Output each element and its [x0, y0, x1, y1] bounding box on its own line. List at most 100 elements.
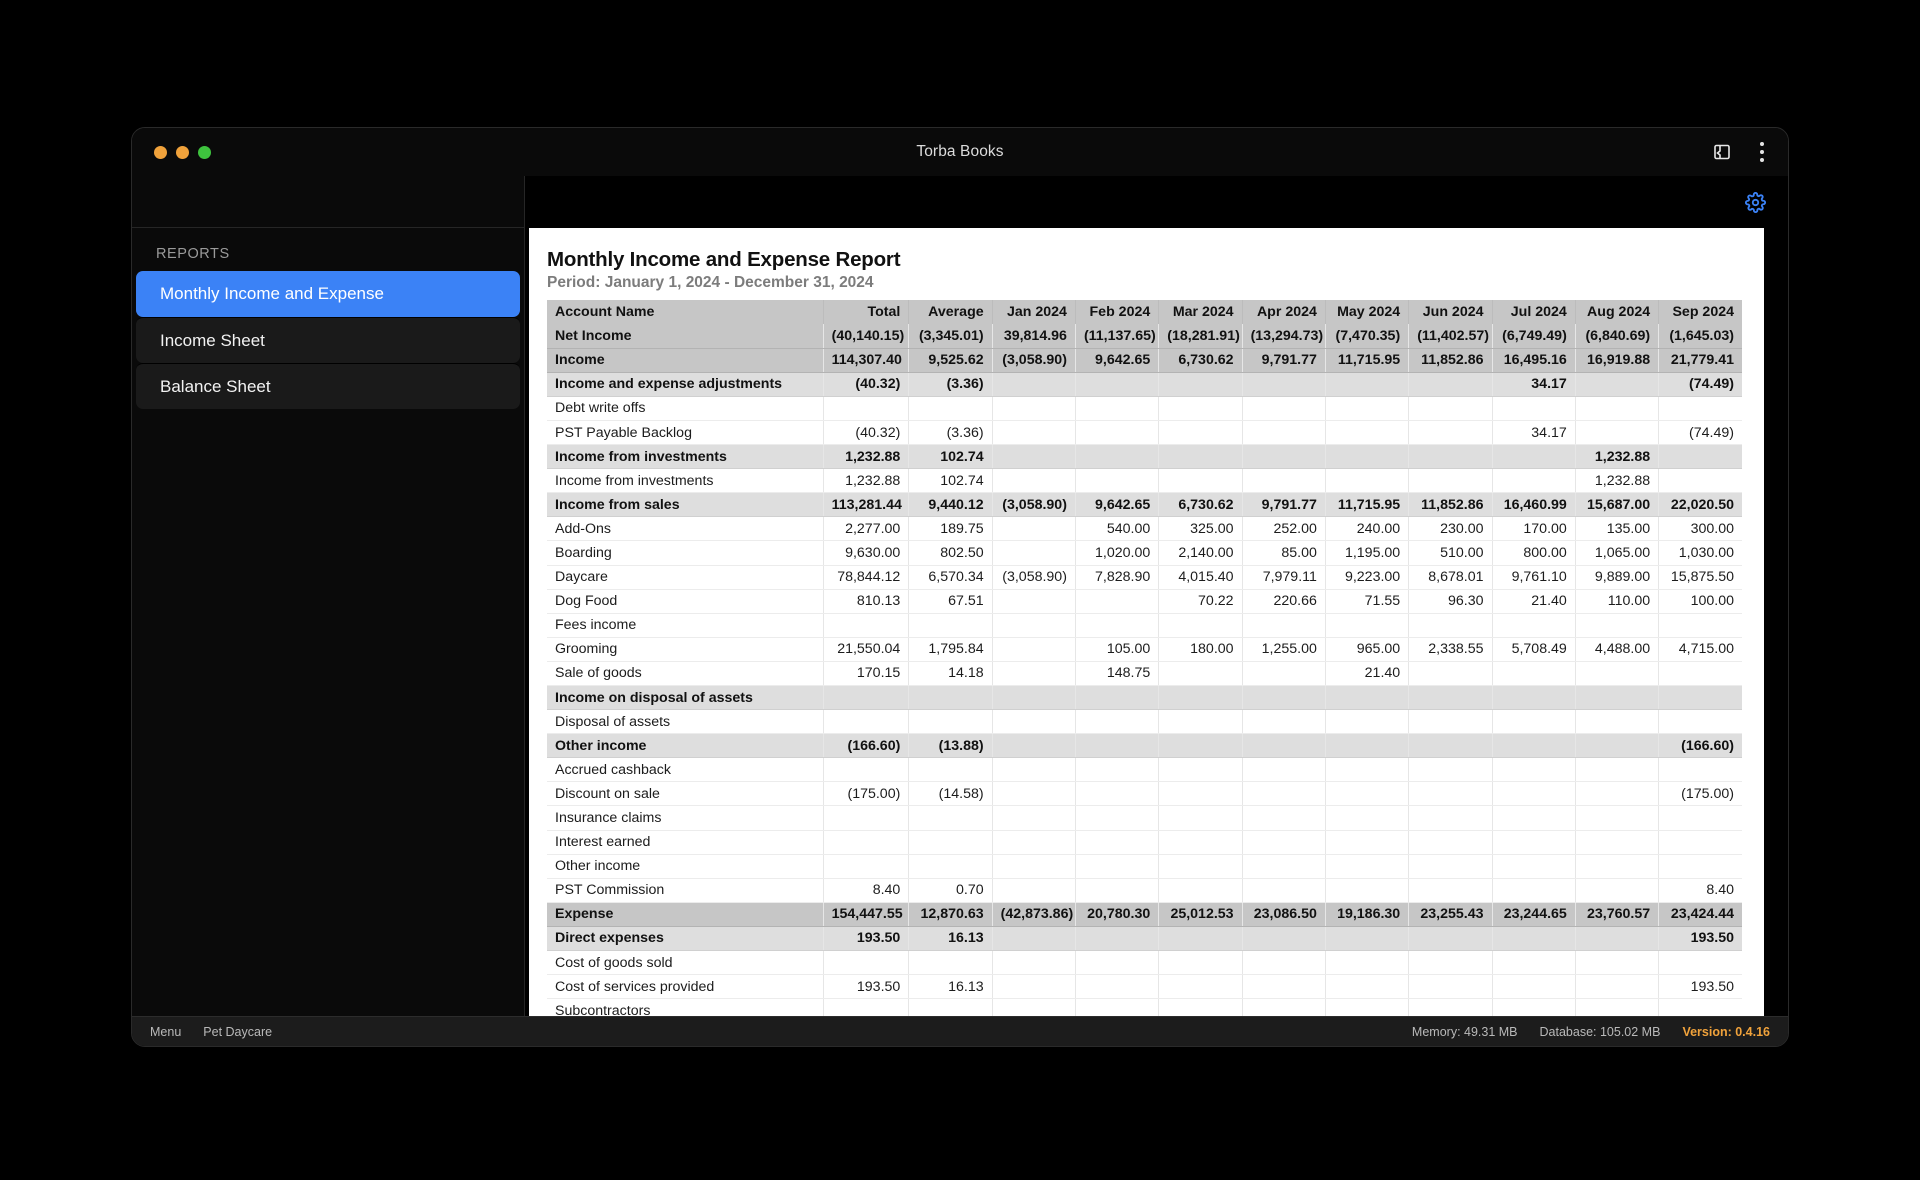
- table-row[interactable]: Income and expense adjustments (40.32) (3.…: [547, 372, 1742, 397]
- row-value-cell: [823, 854, 910, 879]
- column-header-apr-2024[interactable]: Apr 2024: [1242, 300, 1326, 325]
- row-value-cell: [1575, 950, 1660, 976]
- maximize-window-button[interactable]: [198, 145, 211, 159]
- table-row[interactable]: Grooming 21,550.04 1,795.84 105.00 180.00 1,2…: [547, 637, 1742, 662]
- table-row[interactable]: PST Payable Backlog (40.32) (3.36) 34.17 (74…: [547, 420, 1742, 446]
- table-row[interactable]: Interest earned: [547, 830, 1742, 855]
- table-row[interactable]: Income from investments 1,232.88 102.74 1,2…: [547, 444, 1742, 470]
- row-value-cell: (3.36): [908, 372, 993, 397]
- close-window-button[interactable]: [154, 145, 167, 159]
- row-value-cell: [992, 950, 1076, 976]
- row-value-cell: [1408, 998, 1493, 1016]
- column-header-jan-2024[interactable]: Jan 2024: [992, 300, 1076, 325]
- row-value-cell: 240.00: [1325, 516, 1410, 542]
- table-row[interactable]: Disposal of assets: [547, 709, 1742, 735]
- row-value-cell: 325.00: [1158, 516, 1243, 542]
- column-header-mar-2024[interactable]: Mar 2024: [1158, 300, 1243, 325]
- row-value-cell: [1325, 805, 1410, 831]
- row-value-cell: 11,715.95: [1325, 492, 1410, 518]
- window-body: REPORTS Monthly Income and Expense Incom…: [132, 176, 1788, 1016]
- gear-icon[interactable]: [1745, 191, 1766, 213]
- status-menu-button[interactable]: Menu: [150, 1025, 181, 1039]
- table-row[interactable]: Daycare 78,844.12 6,570.34 (3,058.90) 7,828.…: [547, 565, 1742, 590]
- row-value-cell: [1408, 396, 1493, 421]
- row-value-cell: 189.75: [908, 516, 993, 542]
- row-value-cell: [908, 830, 993, 855]
- column-header-sep-2024[interactable]: Sep 2024: [1658, 300, 1742, 325]
- table-row[interactable]: Net Income (40,140.15) (3,345.01) 39,814.96…: [547, 324, 1742, 349]
- row-value-cell: [992, 805, 1076, 831]
- sidebar-header: [132, 176, 524, 228]
- row-account-name: Income from investments: [547, 468, 824, 494]
- table-row[interactable]: Income 114,307.40 9,525.62 (3,058.90) 9,642.…: [547, 348, 1742, 373]
- sidebar-item-monthly-income-and-expense[interactable]: Monthly Income and Expense: [136, 271, 520, 317]
- row-value-cell: [1492, 733, 1576, 759]
- table-row[interactable]: Cost of goods sold: [547, 950, 1742, 976]
- row-value-cell: [1408, 468, 1493, 494]
- row-value-cell: 21.40: [1325, 661, 1410, 687]
- row-account-name: Discount on sale: [547, 781, 824, 807]
- table-row[interactable]: Cost of services provided 193.50 16.13 193.…: [547, 974, 1742, 1000]
- row-value-cell: [1242, 372, 1326, 397]
- minimize-window-button[interactable]: [176, 145, 189, 159]
- row-value-cell: [1575, 998, 1660, 1016]
- row-value-cell: 220.66: [1242, 589, 1326, 614]
- table-row[interactable]: Insurance claims: [547, 805, 1742, 831]
- report-table: Account Name Total Average Jan 2024 Feb 2024…: [547, 300, 1742, 1016]
- table-row[interactable]: Accrued cashback: [547, 757, 1742, 783]
- row-account-name: PST Payable Backlog: [547, 420, 824, 446]
- table-row[interactable]: Expense 154,447.55 12,870.63 (42,873.86) 20,…: [547, 902, 1742, 927]
- row-value-cell: [1075, 781, 1160, 807]
- row-account-name: Other income: [547, 733, 824, 759]
- column-header-average[interactable]: Average: [908, 300, 993, 325]
- column-header-may-2024[interactable]: May 2024: [1325, 300, 1410, 325]
- row-value-cell: [1075, 589, 1160, 614]
- row-value-cell: [1075, 468, 1160, 494]
- row-value-cell: [1575, 781, 1660, 807]
- row-value-cell: 8.40: [823, 878, 910, 903]
- report-card: Monthly Income and Expense Report Period…: [529, 228, 1764, 1016]
- status-company-label[interactable]: Pet Daycare: [203, 1025, 272, 1039]
- application-window: Torba Books REPORTS Monthly Income and E…: [131, 127, 1789, 1047]
- column-header-jul-2024[interactable]: Jul 2024: [1492, 300, 1576, 325]
- table-row[interactable]: Sale of goods 170.15 14.18 148.75 21.40: [547, 661, 1742, 687]
- row-value-cell: 135.00: [1575, 516, 1660, 542]
- column-header-feb-2024[interactable]: Feb 2024: [1075, 300, 1160, 325]
- row-value-cell: [908, 950, 993, 976]
- row-value-cell: [1075, 830, 1160, 855]
- table-row[interactable]: Income on disposal of assets: [547, 685, 1742, 711]
- table-row[interactable]: Other income: [547, 854, 1742, 879]
- table-row[interactable]: PST Commission 8.40 0.70 8.40: [547, 878, 1742, 903]
- table-row[interactable]: Debt write offs: [547, 396, 1742, 421]
- column-header-total[interactable]: Total: [823, 300, 910, 325]
- table-row[interactable]: Income from sales 113,281.44 9,440.12 (3,05…: [547, 492, 1742, 518]
- table-row[interactable]: Direct expenses 193.50 16.13 193.50: [547, 926, 1742, 952]
- row-value-cell: [1075, 444, 1160, 470]
- table-row[interactable]: Add-Ons 2,277.00 189.75 540.00 325.00 252.00 2…: [547, 516, 1742, 542]
- column-header-account-name[interactable]: Account Name: [547, 300, 824, 325]
- sidebar-item-income-sheet[interactable]: Income Sheet: [136, 317, 520, 363]
- table-row[interactable]: Other income (166.60) (13.88) (166.60): [547, 733, 1742, 759]
- row-value-cell: [1158, 733, 1243, 759]
- row-value-cell: [1158, 781, 1243, 807]
- table-row[interactable]: Boarding 9,630.00 802.50 1,020.00 2,140.00 85…: [547, 540, 1742, 566]
- row-value-cell: [1492, 878, 1576, 903]
- column-header-aug-2024[interactable]: Aug 2024: [1575, 300, 1660, 325]
- table-row[interactable]: Income from investments 1,232.88 102.74 1,2…: [547, 468, 1742, 494]
- row-value-cell: [1408, 781, 1493, 807]
- column-header-jun-2024[interactable]: Jun 2024: [1408, 300, 1493, 325]
- row-value-cell: [1158, 613, 1243, 638]
- table-row[interactable]: Dog Food 810.13 67.51 70.22 220.66 71.55 96.30…: [547, 589, 1742, 614]
- row-value-cell: [1575, 372, 1660, 397]
- row-value-cell: 9,889.00: [1575, 565, 1660, 590]
- row-value-cell: 34.17: [1492, 420, 1576, 446]
- table-row[interactable]: Subcontractors: [547, 998, 1742, 1016]
- sidebar-item-balance-sheet[interactable]: Balance Sheet: [136, 363, 520, 409]
- kebab-menu-icon[interactable]: [1754, 138, 1770, 166]
- table-row[interactable]: Discount on sale (175.00) (14.58) (175.00): [547, 781, 1742, 807]
- table-row[interactable]: Fees income: [547, 613, 1742, 638]
- row-value-cell: [908, 757, 993, 783]
- row-value-cell: 6,730.62: [1158, 348, 1243, 373]
- row-value-cell: [1075, 998, 1160, 1016]
- layout-panel-icon[interactable]: [1712, 142, 1732, 162]
